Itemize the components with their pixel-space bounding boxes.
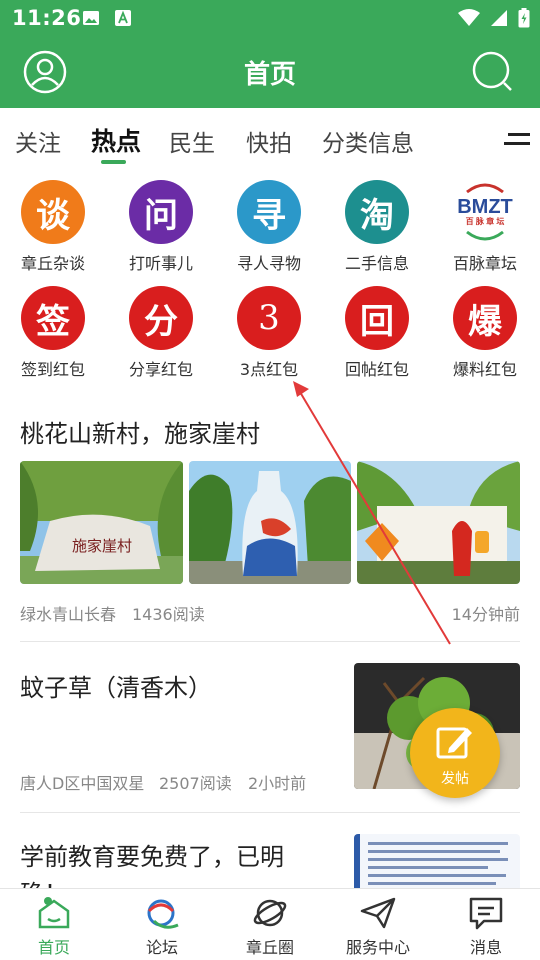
grid-label: 打听事儿 (128, 254, 193, 273)
share-redpacket-icon: 分 (129, 286, 193, 350)
article-title-line: 学前教育要免费了，已明 (20, 843, 284, 871)
wifi-icon (458, 9, 480, 26)
home-icon (38, 897, 70, 929)
nav-label: 消息 (469, 938, 502, 957)
grid-label: 分享红包 (128, 360, 193, 379)
nav-label: 论坛 (145, 938, 178, 957)
rock-inscription: 施家崖村 (72, 537, 132, 555)
tab-follow[interactable]: 关注 (15, 124, 61, 158)
second-hand-icon: 淘 (345, 180, 409, 244)
post-button[interactable]: 发帖 (410, 708, 500, 798)
tab-menu-icon[interactable] (504, 130, 530, 150)
grid-label: 签到红包 (20, 360, 85, 379)
article-image: 施家崖村 (20, 461, 183, 584)
nav-messages[interactable]: 消息 (432, 889, 540, 960)
article-author: 唐人D区中国双星 (20, 774, 145, 793)
article-title: 蚊子草（清香木） (20, 674, 212, 702)
grid-label: 寻人寻物 (236, 254, 301, 273)
grid-item-chat[interactable]: 谈 章丘杂谈 (0, 180, 107, 274)
grid-item-share-redpacket[interactable]: 分 分享红包 (107, 286, 215, 380)
top-bar: 11:26 首页 (0, 0, 540, 108)
grid-item-bmzt[interactable]: BMZT 百 脉 章 坛 百脉章坛 (431, 180, 539, 274)
grid-item-tipoff-redpacket[interactable]: 爆 爆料红包 (431, 286, 539, 380)
tab-livelihood[interactable]: 民生 (169, 124, 215, 158)
article-title: 桃花山新村，施家崖村 (20, 420, 260, 448)
nav-label: 首页 (37, 938, 70, 957)
tab-classified[interactable]: 分类信息 (322, 124, 414, 158)
nav-label: 章丘圈 (245, 938, 294, 957)
status-time: 11:26 (12, 6, 82, 30)
reply-redpacket-icon: 回 (345, 286, 409, 350)
tab-snapshot[interactable]: 快拍 (246, 124, 292, 158)
article-image (357, 461, 520, 584)
grid-label: 爆料红包 (452, 360, 517, 379)
checkin-redpacket-icon: 签 (21, 286, 85, 350)
nav-service-center[interactable]: 服务中心 (324, 889, 432, 960)
article-reads: 2507阅读 (159, 774, 232, 793)
grid-item-3pm-redpacket[interactable]: 3 3点红包 (215, 286, 323, 380)
article-image (189, 461, 351, 584)
divider (20, 812, 520, 813)
grid-label: 回帖红包 (344, 360, 409, 379)
article-reads: 1436阅读 (132, 605, 205, 624)
find-icon: 寻 (237, 180, 301, 244)
font-app-icon (115, 10, 131, 26)
grid-item-lost-found[interactable]: 寻 寻人寻物 (215, 180, 323, 274)
nav-home[interactable]: 首页 (0, 889, 108, 960)
bmzt-logo-subtext: 百 脉 章 坛 (465, 217, 505, 226)
divider (20, 641, 520, 642)
grid-label: 百脉章坛 (452, 254, 517, 273)
status-indicators (458, 8, 530, 28)
article-title-line: 确！ (20, 874, 68, 888)
nav-circle[interactable]: 章丘圈 (216, 889, 324, 960)
nav-forum[interactable]: 论坛 (108, 889, 216, 960)
active-tab-indicator (101, 160, 126, 164)
grid-item-second-hand[interactable]: 淘 二手信息 (323, 180, 431, 274)
page-title: 首页 (243, 60, 296, 90)
status-bar: 11:26 (0, 0, 540, 36)
grid-label: 3点红包 (239, 360, 299, 379)
category-tabs: 关注 热点 民生 快拍 分类信息 (0, 108, 540, 168)
grid-item-ask[interactable]: 问 打听事儿 (107, 180, 215, 274)
nav-label: 服务中心 (345, 938, 410, 957)
tab-hot[interactable]: 热点 (91, 122, 141, 158)
bmzt-logo-icon: BMZT 百 脉 章 坛 (453, 180, 517, 244)
ask-icon: 问 (129, 180, 193, 244)
chat-icon: 谈 (21, 180, 85, 244)
signal-icon (491, 10, 507, 26)
planet-icon (253, 899, 287, 927)
grid-label: 章丘杂谈 (20, 254, 85, 273)
search-icon[interactable] (471, 50, 515, 94)
article-time: 2小时前 (248, 774, 307, 793)
grid-item-checkin-redpacket[interactable]: 签 签到红包 (0, 286, 107, 380)
message-icon (469, 897, 503, 930)
bottom-nav: 首页 论坛 章丘圈 服务中心 消息 (0, 888, 540, 960)
battery-icon (518, 8, 530, 28)
3pm-redpacket-icon: 3 (237, 286, 301, 350)
article-time: 14分钟前 (451, 605, 520, 624)
tipoff-redpacket-icon: 爆 (453, 286, 517, 350)
grid-label: 二手信息 (344, 254, 409, 273)
edit-icon (436, 727, 472, 759)
grid-item-reply-redpacket[interactable]: 回 回帖红包 (323, 286, 431, 380)
article-image (354, 834, 520, 888)
post-button-label: 发帖 (441, 771, 469, 787)
article-author: 绿水青山长春 (20, 605, 117, 624)
bmzt-logo-text: BMZT (457, 196, 513, 218)
gallery-icon (83, 11, 99, 25)
forum-icon (147, 899, 179, 929)
paper-plane-icon (360, 897, 396, 929)
